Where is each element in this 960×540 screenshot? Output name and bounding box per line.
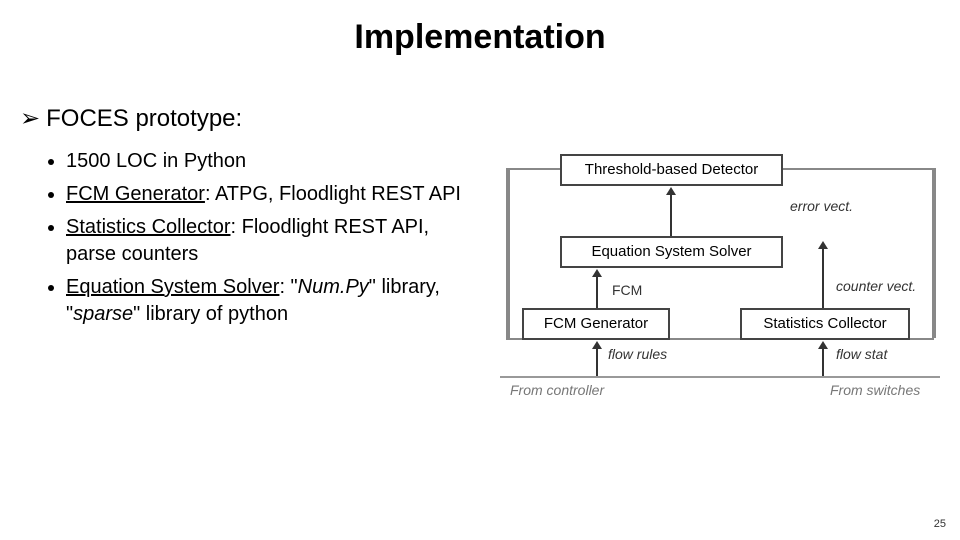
two-column-layout: 1500 LOC in Python FCM Generator: ATPG, … bbox=[20, 148, 940, 408]
sub-bullet: FCM Generator: ATPG, Floodlight REST API bbox=[66, 181, 484, 208]
sub-bullet: Equation System Solver: "Num.Py " library… bbox=[66, 274, 484, 328]
bullet-underlined-term: Equation System Solver bbox=[66, 276, 279, 298]
arrow-controller-to-fcm bbox=[596, 348, 598, 376]
content-region: ➢ FOCES prototype: 1500 LOC in Python FC… bbox=[20, 105, 940, 408]
arrow-fcm-to-solver bbox=[596, 276, 598, 308]
sub-bullet: 1500 LOC in Python bbox=[66, 148, 484, 175]
box-fcm-generator: FCM Generator bbox=[522, 308, 670, 340]
group-bracket-top-right bbox=[783, 168, 934, 170]
label-counter-vect: counter vect. bbox=[836, 278, 916, 294]
arrow-stats-to-solver bbox=[822, 248, 824, 308]
box-statistics-collector: Statistics Collector bbox=[740, 308, 910, 340]
bullet-italic-term: sparse bbox=[73, 303, 133, 325]
label-flow-stat: flow stat bbox=[836, 346, 887, 362]
group-bracket-right bbox=[932, 168, 936, 338]
group-bracket-bottom-left bbox=[506, 338, 522, 340]
group-bracket-top-left bbox=[506, 168, 560, 170]
arrow-switches-to-stats bbox=[822, 348, 824, 376]
bullet-underlined-term: FCM Generator bbox=[66, 183, 205, 205]
label-flow-rules: flow rules bbox=[608, 346, 667, 362]
bullet-rest: : ATPG, Floodlight REST API bbox=[205, 183, 461, 205]
slide-title: Implementation bbox=[0, 18, 960, 57]
bullet-rest-suffix: " library of python bbox=[133, 303, 288, 325]
box-equation-solver: Equation System Solver bbox=[560, 236, 783, 268]
diagram-divider-line bbox=[500, 376, 940, 378]
bullet-rest-prefix: : " bbox=[279, 276, 297, 298]
bullet-underlined-term: Statistics Collector bbox=[66, 216, 231, 238]
page-number: 25 bbox=[934, 518, 946, 530]
arrow-solver-to-detector bbox=[670, 194, 672, 236]
sub-bullet-list: 1500 LOC in Python FCM Generator: ATPG, … bbox=[44, 148, 484, 328]
sub-bullet: Statistics Collector: Floodlight REST AP… bbox=[66, 214, 484, 268]
group-bracket-left bbox=[506, 168, 510, 338]
slide-container: Implementation ➢ FOCES prototype: 1500 L… bbox=[0, 0, 960, 540]
bullet-italic-term: Num.Py bbox=[298, 276, 369, 298]
architecture-diagram: Threshold-based Detector Equation System… bbox=[500, 148, 940, 408]
bullet-text: 1500 LOC in Python bbox=[66, 150, 246, 172]
left-column: 1500 LOC in Python FCM Generator: ATPG, … bbox=[20, 148, 484, 408]
main-bullet-text: FOCES prototype: bbox=[46, 105, 242, 133]
main-bullet: ➢ FOCES prototype: bbox=[20, 105, 940, 134]
label-error-vect: error vect. bbox=[790, 198, 853, 214]
label-fcm: FCM bbox=[612, 282, 642, 298]
group-bracket-bottom-mid bbox=[670, 338, 740, 340]
box-threshold-detector: Threshold-based Detector bbox=[560, 154, 783, 186]
group-bracket-bottom-right bbox=[910, 338, 934, 340]
right-column: Threshold-based Detector Equation System… bbox=[500, 148, 940, 408]
caption-from-switches: From switches bbox=[830, 382, 920, 398]
bullet-marker-arrow: ➢ bbox=[20, 105, 40, 134]
caption-from-controller: From controller bbox=[510, 382, 604, 398]
